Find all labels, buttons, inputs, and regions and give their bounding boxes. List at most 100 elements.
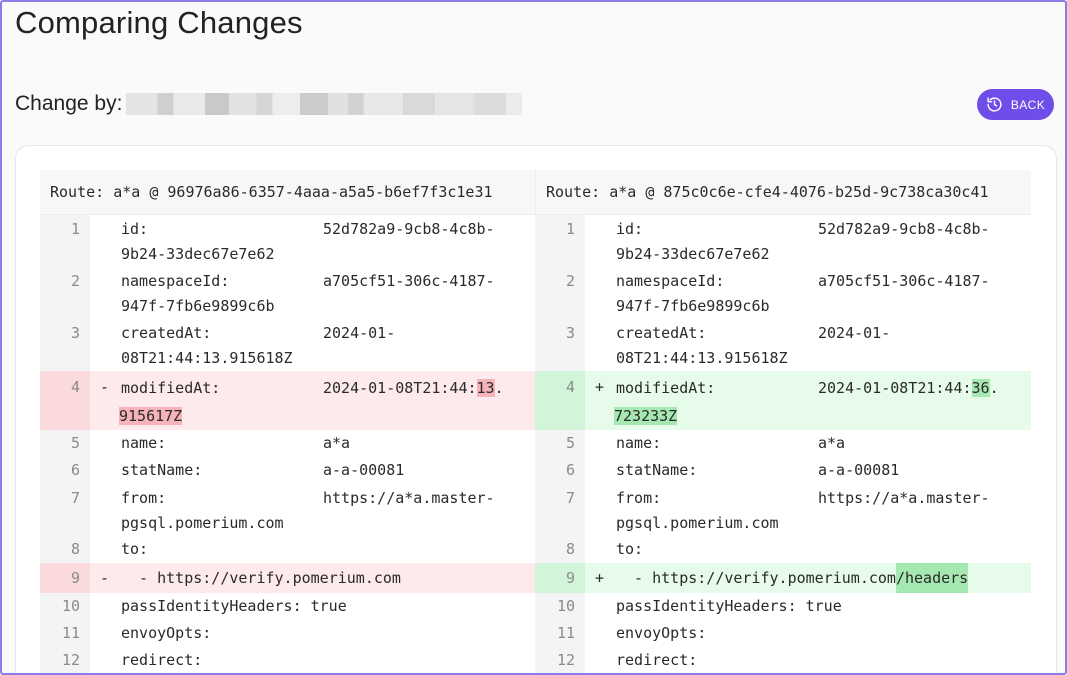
line-number: 1 <box>535 215 585 267</box>
line-value: https://a*a.master- <box>323 489 495 507</box>
added-text: /headers <box>895 563 969 593</box>
page-title: Comparing Changes <box>15 5 303 40</box>
line-key: passIdentityHeaders: <box>616 597 797 615</box>
line-value-wrap: 9b24-33dec67e7e62 <box>121 245 275 263</box>
line-value: 52d782a9-9cb8-4c8b- <box>818 220 990 238</box>
line-value: true <box>310 597 347 615</box>
line-value: 2024-01-08T21:44:13. <box>323 379 504 397</box>
diff-row-changed: 9 - - https://verify.pomerium.com 9 + - … <box>40 563 1031 593</box>
line-key: statName: <box>616 461 698 479</box>
line-value-wrap: 9b24-33dec67e7e62 <box>616 245 770 263</box>
line-number: 3 <box>535 319 585 371</box>
plus-sign: + <box>595 378 605 396</box>
plus-sign: + <box>595 569 605 587</box>
line-key: id: <box>616 220 644 238</box>
diff-card: Route: a*a @ 96976a86-6357-4aaa-a5a5-b6e… <box>15 145 1057 673</box>
line-key: to: <box>121 540 149 558</box>
line-number: 5 <box>535 430 585 457</box>
line-key: modifiedAt: <box>121 379 221 397</box>
line-value: 2024-01- <box>818 324 891 342</box>
back-button-label: BACK <box>1010 97 1046 112</box>
line-value: a-a-00081 <box>818 461 900 479</box>
line-value-wrap: 947f-7fb6e9899c6b <box>121 297 275 315</box>
line-key: createdAt: <box>121 324 212 342</box>
line-value: a705cf51-306c-4187- <box>323 272 495 290</box>
line-value: a*a <box>818 434 846 452</box>
inserted-line: 9 + - https://verify.pomerium.com/header… <box>535 563 1031 593</box>
change-by: Change by: <box>15 92 523 116</box>
added-text: 36 <box>971 379 990 397</box>
diff-row: 10 passIdentityHeaders: true 10 passIdent… <box>40 593 1031 620</box>
diff-row-changed: 4 - modifiedAt: 2024-01-08T21:44:13. 915… <box>40 371 1031 430</box>
line-number: 6 <box>535 457 585 484</box>
line-value: a705cf51-306c-4187- <box>818 272 990 290</box>
line-value-wrap: 947f-7fb6e9899c6b <box>616 297 770 315</box>
line-value: true <box>805 597 842 615</box>
diff-row: 5 name: a*a 5 name: a*a <box>40 430 1031 457</box>
minus-sign: - <box>100 569 110 587</box>
line-number: 7 <box>40 484 90 536</box>
change-by-label: Change by: <box>15 92 123 115</box>
line-number: 9 <box>535 563 585 593</box>
compare-changes-panel: Comparing Changes Change by: BACK Route:… <box>0 0 1067 675</box>
line-value: 52d782a9-9cb8-4c8b- <box>323 220 495 238</box>
line-key: passIdentityHeaders: <box>121 597 302 615</box>
line-value-wrap: 08T21:44:13.915618Z <box>616 349 788 367</box>
line-value: a-a-00081 <box>323 461 405 479</box>
line-number: 10 <box>40 593 90 620</box>
line-key: from: <box>616 489 662 507</box>
left-header: Route: a*a @ 96976a86-6357-4aaa-a5a5-b6e… <box>50 183 493 201</box>
line-number: 2 <box>535 267 585 319</box>
line-value: 2024-01- <box>323 324 396 342</box>
line-key: namespaceId: <box>616 272 725 290</box>
line-key: redirect: <box>121 651 203 669</box>
line-number: 12 <box>40 647 90 673</box>
line-number: 9 <box>40 563 90 593</box>
back-button[interactable]: BACK <box>977 89 1054 120</box>
right-header: Route: a*a @ 875c0c6e-cfe4-4076-b25d-9c7… <box>535 170 1031 214</box>
line-key: namespaceId: <box>121 272 230 290</box>
line-number: 7 <box>535 484 585 536</box>
line-key: modifiedAt: <box>616 379 716 397</box>
redacted-author <box>126 93 523 115</box>
line-value: https://a*a.master- <box>818 489 990 507</box>
minus-sign: - <box>100 378 110 396</box>
diff-header: Route: a*a @ 96976a86-6357-4aaa-a5a5-b6e… <box>40 170 1031 215</box>
line-value-wrap: pgsql.pomerium.com <box>121 514 284 532</box>
line-number: 1 <box>40 215 90 267</box>
line-number: 3 <box>40 319 90 371</box>
deleted-line: 4 - modifiedAt: 2024-01-08T21:44:13. 915… <box>40 371 535 430</box>
line-key: name: <box>121 434 167 452</box>
line-key: statName: <box>121 461 203 479</box>
removed-text: 915617Z <box>119 407 183 425</box>
line-key: redirect: <box>616 651 698 669</box>
line-key: name: <box>616 434 662 452</box>
line-number: 11 <box>40 620 90 647</box>
line-number: 8 <box>40 536 90 563</box>
deleted-line: 9 - - https://verify.pomerium.com <box>40 563 535 593</box>
line-number: 8 <box>535 536 585 563</box>
line-value-wrap: pgsql.pomerium.com <box>616 514 779 532</box>
line-value: - https://verify.pomerium.com <box>121 569 401 587</box>
added-text: 723233Z <box>614 407 678 425</box>
line-value: 2024-01-08T21:44:36. <box>818 379 999 397</box>
line-value: - https://verify.pomerium.com <box>616 569 896 587</box>
line-key: envoyOpts: <box>121 624 212 642</box>
history-icon <box>987 97 1002 112</box>
diff-row: 8 to: 8 to: <box>40 536 1031 563</box>
diff-row: 11 envoyOpts: 11 envoyOpts: <box>40 620 1031 647</box>
diff-row: 12 redirect: 12 redirect: <box>40 647 1031 673</box>
line-number: 12 <box>535 647 585 673</box>
line-number: 5 <box>40 430 90 457</box>
line-number: 2 <box>40 267 90 319</box>
line-number: 4 <box>40 371 90 430</box>
line-number: 6 <box>40 457 90 484</box>
line-key: envoyOpts: <box>616 624 707 642</box>
inserted-line: 4 + modifiedAt: 2024-01-08T21:44:36. 723… <box>535 371 1031 430</box>
line-key: from: <box>121 489 167 507</box>
line-value-wrap: 08T21:44:13.915618Z <box>121 349 293 367</box>
diff-row: 6 statName: a-a-00081 6 statName: a-a-0008… <box>40 457 1031 484</box>
line-number: 4 <box>535 371 585 430</box>
removed-text: 13 <box>476 379 495 397</box>
line-key: createdAt: <box>616 324 707 342</box>
